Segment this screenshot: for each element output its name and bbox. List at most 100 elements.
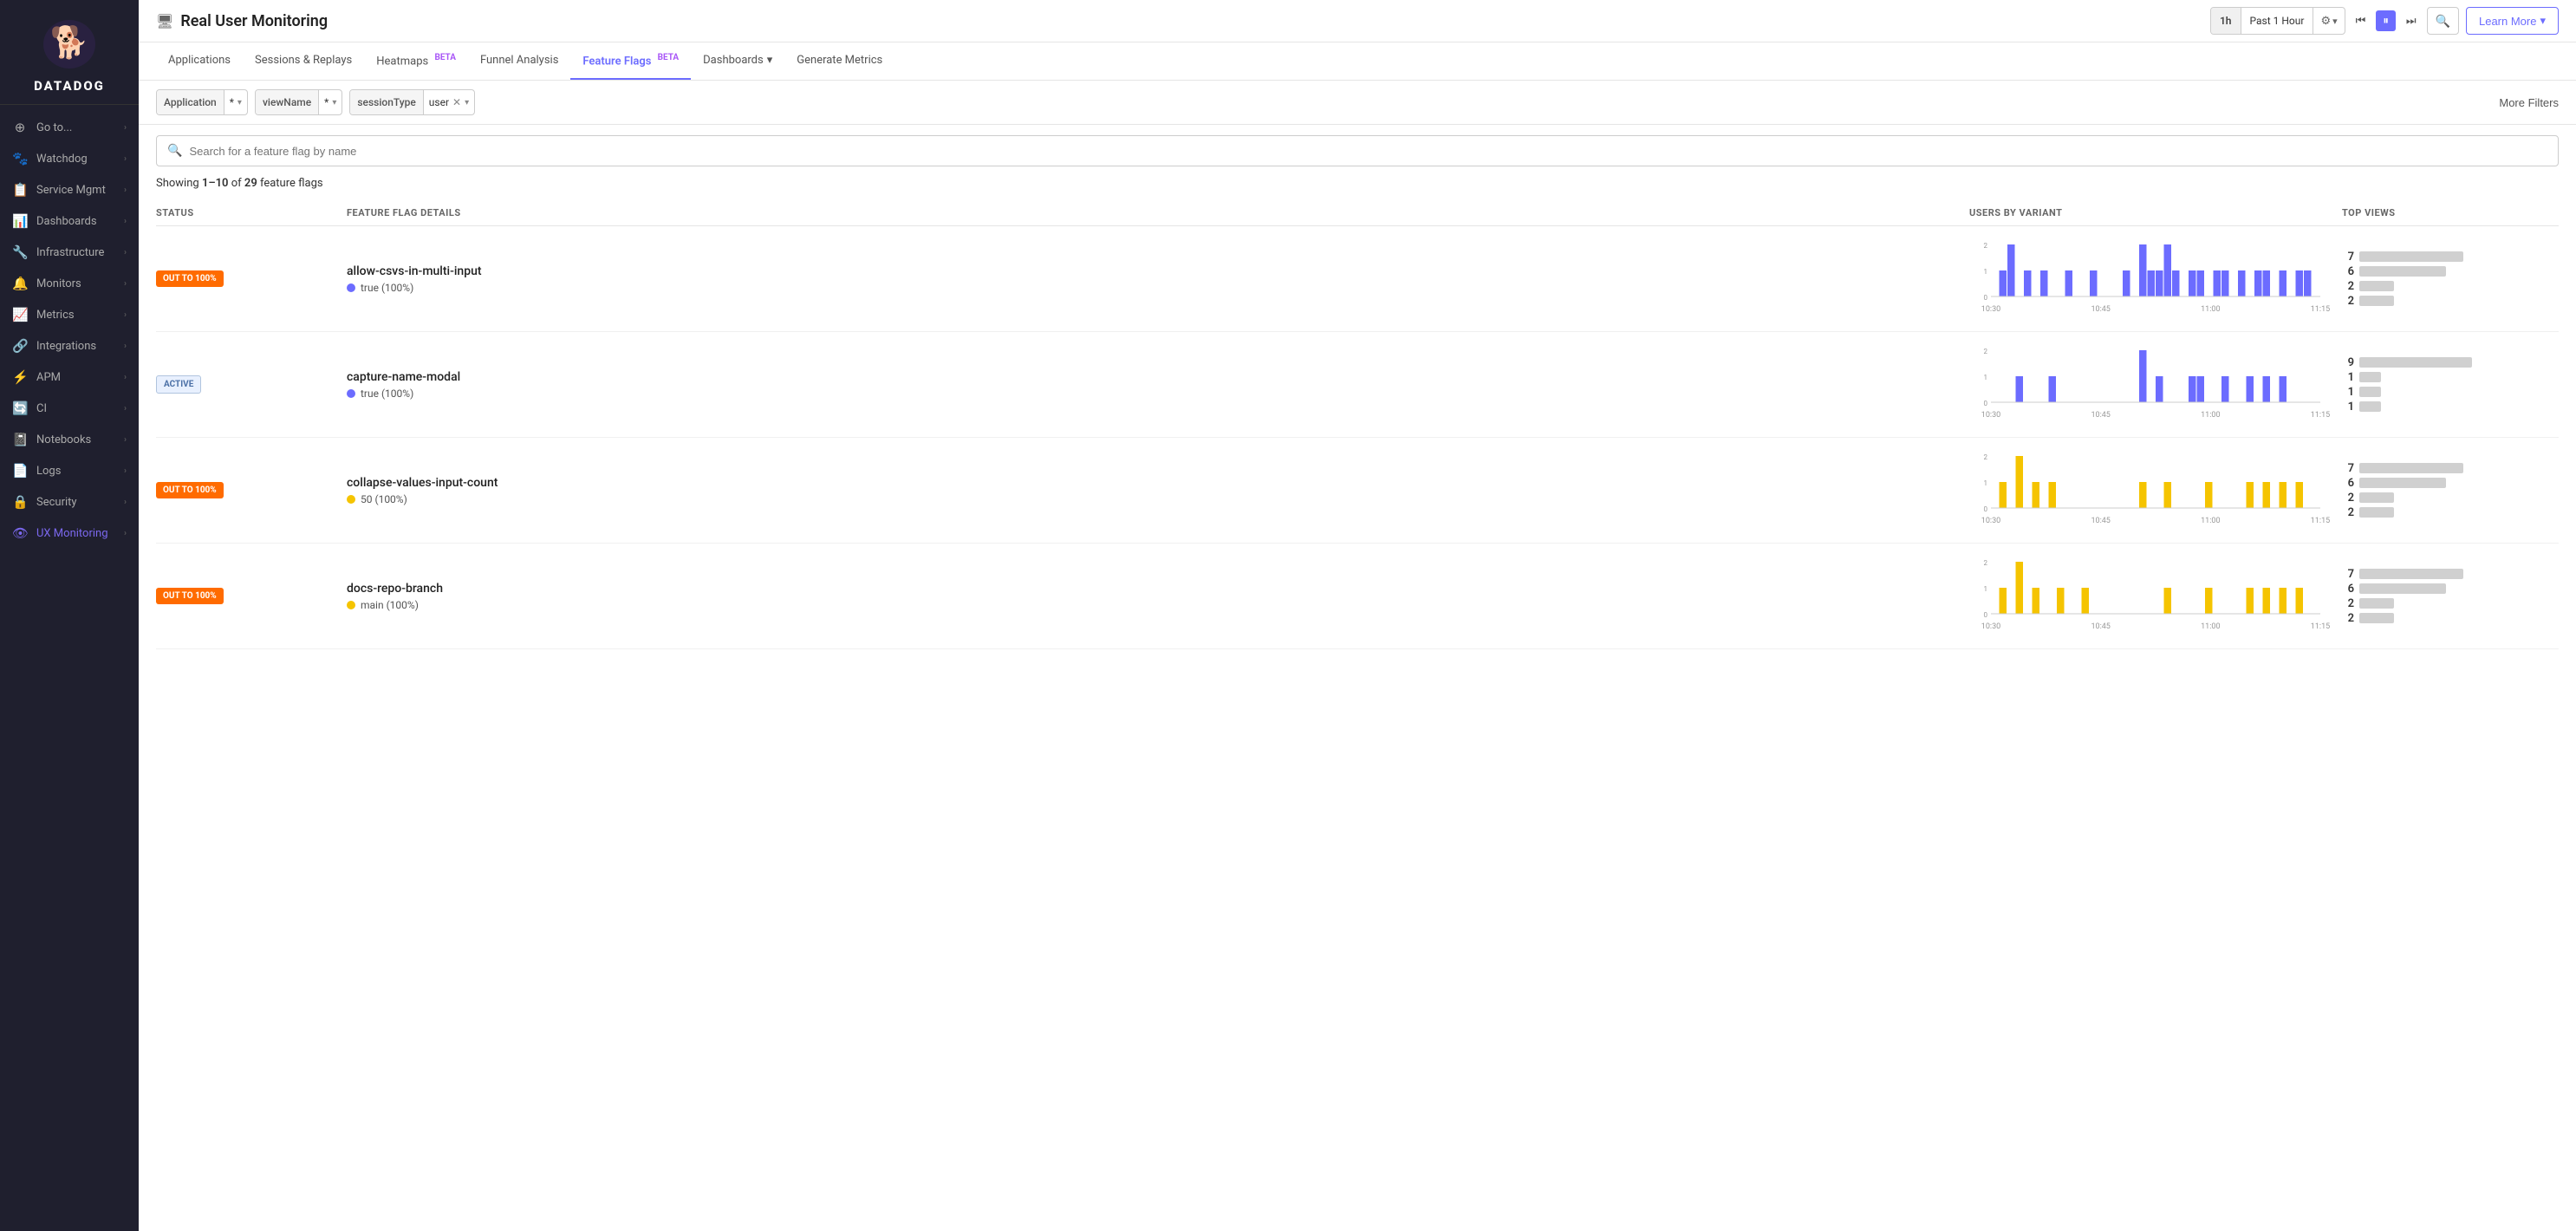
tab-dashboards[interactable]: Dashboards ▾ <box>691 43 784 79</box>
monitors-nav-label: Monitors <box>36 277 81 290</box>
application-filter[interactable]: Application * ▾ <box>156 89 248 115</box>
viewname-filter[interactable]: viewName * ▾ <box>255 89 342 115</box>
feature-flags-beta-badge: BETA <box>658 53 680 62</box>
top-view-number: 1 <box>2342 386 2354 399</box>
svg-text:11:00: 11:00 <box>2201 517 2220 525</box>
svg-text:0: 0 <box>1984 505 1988 513</box>
header-controls: 1h Past 1 Hour ⚙ ▾ ⏮ ⏸ ⏭ 🔍 Learn More ▾ <box>2210 7 2559 35</box>
sidebar-item-goto[interactable]: ⊕ Go to... › <box>0 112 139 143</box>
integrations-nav-icon: 🔗 <box>12 338 28 354</box>
sidebar-item-infrastructure[interactable]: 🔧 Infrastructure › <box>0 237 139 268</box>
variant-text: true (100%) <box>361 388 413 400</box>
top-view-number: 6 <box>2342 477 2354 490</box>
more-filters-button[interactable]: More Filters <box>2499 96 2559 109</box>
skip-forward-button[interactable]: ⏭ <box>2403 12 2420 29</box>
sidebar-item-apm[interactable]: ⚡ APM › <box>0 361 139 393</box>
notebooks-nav-label: Notebooks <box>36 433 91 446</box>
sidebar-item-metrics[interactable]: 📈 Metrics › <box>0 299 139 330</box>
top-view-row: 2 <box>2342 597 2559 610</box>
flag-variant: true (100%) <box>347 282 1969 294</box>
table-row[interactable]: OUT TO 100%collapse-values-input-count50… <box>156 438 2559 544</box>
sidebar-item-dashboards[interactable]: 📊 Dashboards › <box>0 205 139 237</box>
flag-name: capture-name-modal <box>347 370 1969 384</box>
sessiontype-filter-value: user ✕ ▾ <box>424 96 474 108</box>
top-view-number: 6 <box>2342 265 2354 278</box>
ci-nav-icon: 🔄 <box>12 401 28 416</box>
goto-nav-icon: ⊕ <box>12 120 28 135</box>
sidebar-item-ux-monitoring[interactable]: 👁 UX Monitoring › <box>0 518 139 549</box>
integrations-nav-arrow-icon: › <box>124 342 127 351</box>
filter-icon: ⚙ <box>2320 15 2331 28</box>
table-row[interactable]: OUT TO 100%docs-repo-branchmain (100%)21… <box>156 544 2559 649</box>
status-badge: OUT TO 100% <box>156 270 224 287</box>
svg-text:10:45: 10:45 <box>2091 411 2110 420</box>
flag-details-col: collapse-values-input-count50 (100%) <box>347 476 1969 505</box>
top-view-bar <box>2359 613 2394 623</box>
svg-text:2: 2 <box>1984 242 1988 250</box>
top-view-bar <box>2359 372 2381 382</box>
sidebar-item-watchdog[interactable]: 🐾 Watchdog › <box>0 143 139 174</box>
viewname-filter-arrow-icon: ▾ <box>332 98 336 107</box>
svg-text:1: 1 <box>1984 374 1988 381</box>
tab-heatmaps[interactable]: Heatmaps BETA <box>364 42 468 80</box>
table-row[interactable]: OUT TO 100%allow-csvs-in-multi-inputtrue… <box>156 226 2559 332</box>
svg-text:11:15: 11:15 <box>2311 622 2330 631</box>
dashboards-nav-icon: 📊 <box>12 213 28 229</box>
tab-applications[interactable]: Applications <box>156 43 243 79</box>
mini-chart: 21010:3010:4511:0011:15 <box>1978 240 2333 314</box>
pause-button[interactable]: ⏸ <box>2376 10 2396 31</box>
flag-variant: main (100%) <box>347 599 1969 611</box>
tab-feature-flags[interactable]: Feature Flags BETA <box>570 42 691 80</box>
flag-variant: true (100%) <box>347 388 1969 400</box>
learn-more-button[interactable]: Learn More ▾ <box>2466 7 2559 35</box>
top-view-number: 7 <box>2342 462 2354 475</box>
sidebar-item-notebooks[interactable]: 📓 Notebooks › <box>0 424 139 455</box>
top-view-number: 6 <box>2342 583 2354 596</box>
sidebar-logo: 🐕 DATADOG <box>0 0 139 105</box>
sidebar-item-monitors[interactable]: 🔔 Monitors › <box>0 268 139 299</box>
svg-text:1: 1 <box>1984 479 1988 487</box>
sidebar-item-integrations[interactable]: 🔗 Integrations › <box>0 330 139 361</box>
tab-funnel[interactable]: Funnel Analysis <box>468 43 570 79</box>
sessiontype-clear-icon[interactable]: ✕ <box>452 96 461 108</box>
service-mgmt-nav-label: Service Mgmt <box>36 184 106 197</box>
learn-more-label: Learn More <box>2479 15 2536 28</box>
top-view-number: 2 <box>2342 295 2354 308</box>
top-view-number: 7 <box>2342 568 2354 581</box>
search-input-wrapper: 🔍 <box>156 135 2559 166</box>
top-view-number: 9 <box>2342 356 2354 369</box>
top-view-row: 2 <box>2342 295 2559 308</box>
infrastructure-nav-label: Infrastructure <box>36 246 104 259</box>
sidebar-item-service-mgmt[interactable]: 📋 Service Mgmt › <box>0 174 139 205</box>
watchdog-nav-label: Watchdog <box>36 153 88 166</box>
svg-text:11:15: 11:15 <box>2311 411 2330 420</box>
search-input[interactable] <box>189 145 2547 158</box>
time-selector[interactable]: 1h Past 1 Hour ⚙ ▾ <box>2210 7 2345 35</box>
main-content: 🖥 Real User Monitoring 1h Past 1 Hour ⚙ … <box>139 0 2576 1231</box>
apm-nav-label: APM <box>36 371 61 384</box>
top-view-bar <box>2359 251 2463 262</box>
sidebar-item-ci[interactable]: 🔄 CI › <box>0 393 139 424</box>
sessiontype-filter[interactable]: sessionType user ✕ ▾ <box>349 89 475 115</box>
heatmaps-beta-badge: BETA <box>434 53 456 62</box>
skip-back-button[interactable]: ⏮ <box>2352 12 2370 29</box>
filters-bar: Application * ▾ viewName * ▾ sessionType… <box>139 81 2576 125</box>
svg-text:0: 0 <box>1984 611 1988 619</box>
table-row[interactable]: ACTIVEcapture-name-modaltrue (100%)21010… <box>156 332 2559 438</box>
top-view-row: 1 <box>2342 401 2559 414</box>
sidebar-item-logs[interactable]: 📄 Logs › <box>0 455 139 486</box>
svg-text:11:15: 11:15 <box>2311 305 2330 314</box>
dashboards-nav-label: Dashboards <box>36 215 97 228</box>
top-views-col: 9111 <box>2342 356 2559 414</box>
page-title: Real User Monitoring <box>180 12 328 30</box>
showing-text: Showing 1–10 of 29 feature flags <box>156 177 2559 190</box>
sidebar-item-security[interactable]: 🔒 Security › <box>0 486 139 518</box>
infrastructure-nav-icon: 🔧 <box>12 244 28 260</box>
search-button[interactable]: 🔍 <box>2427 7 2459 35</box>
integrations-nav-label: Integrations <box>36 340 96 353</box>
tab-sessions-replays[interactable]: Sessions & Replays <box>243 43 364 79</box>
top-view-row: 2 <box>2342 280 2559 293</box>
flag-status-col: OUT TO 100% <box>156 270 347 287</box>
chart-col: 21010:3010:4511:0011:15 <box>1969 557 2342 635</box>
tab-generate-metrics[interactable]: Generate Metrics <box>784 43 894 79</box>
